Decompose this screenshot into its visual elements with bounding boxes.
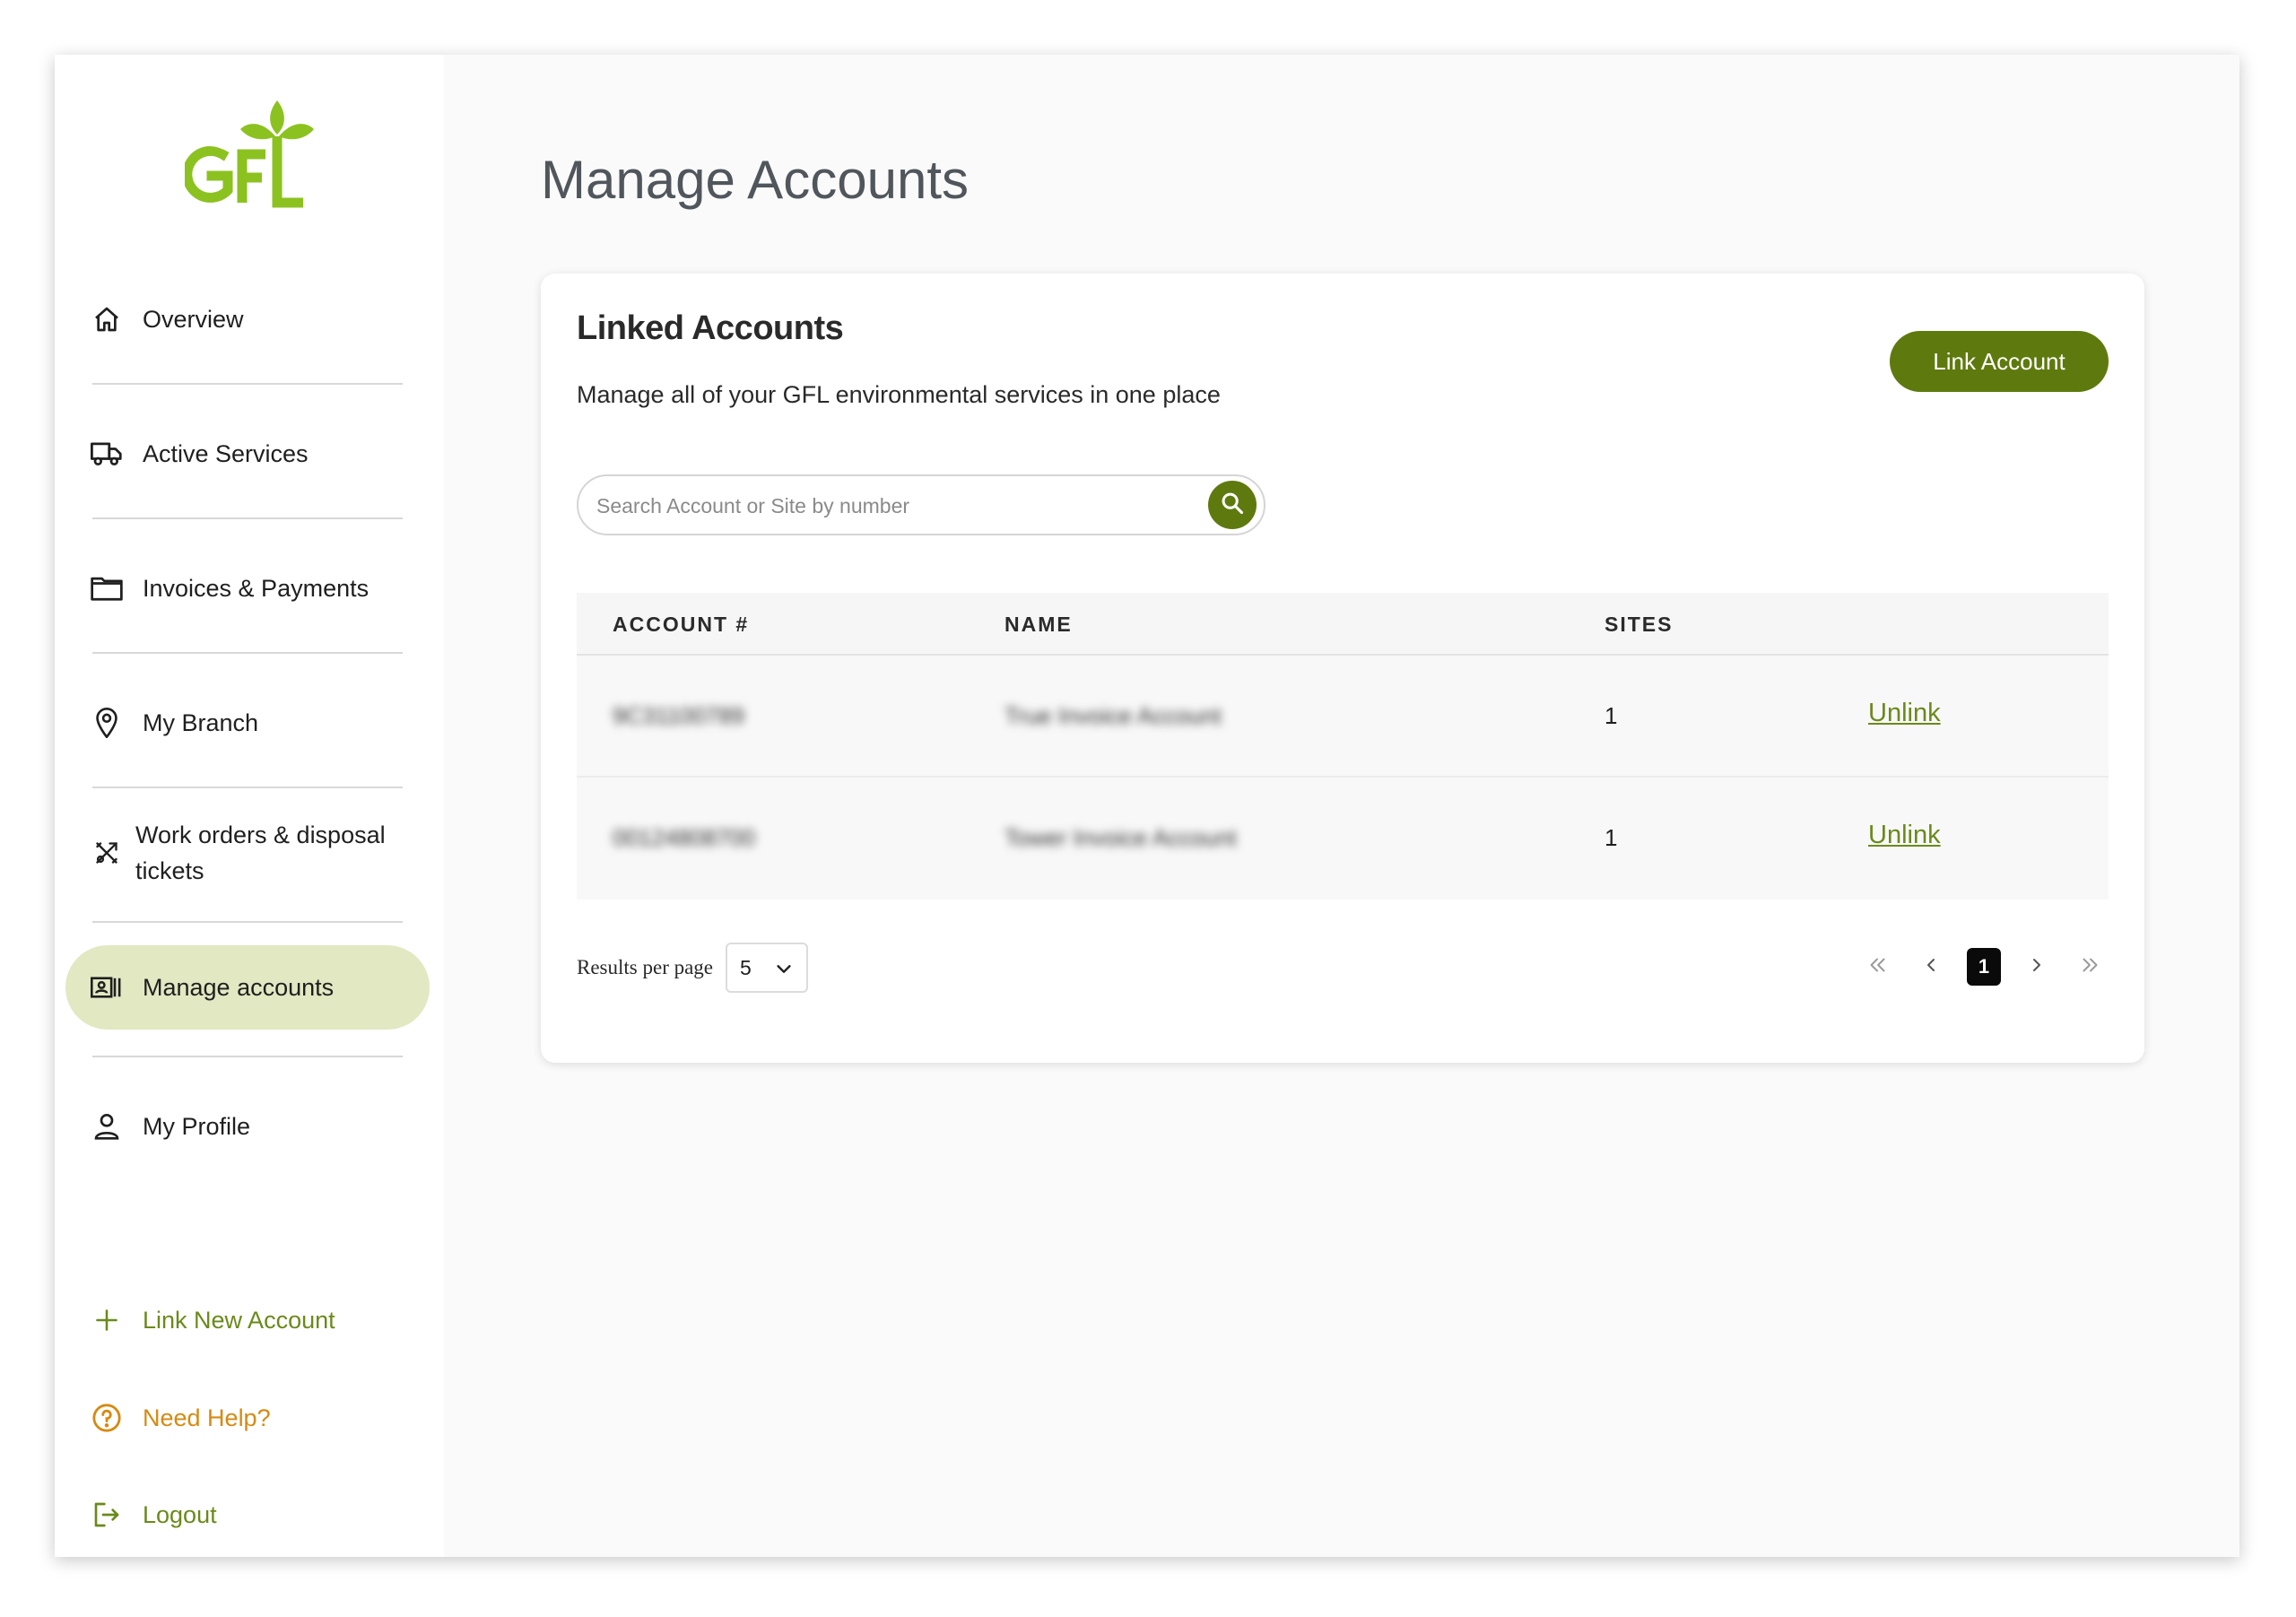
last-page-button[interactable] (2073, 949, 2109, 985)
first-page-button[interactable] (1859, 949, 1895, 985)
sidebar-divider (92, 652, 403, 654)
sidebar-item-work-orders[interactable]: Work orders & disposal tickets (91, 817, 422, 889)
unlink-link[interactable]: Unlink (1868, 699, 1941, 728)
location-pin-icon (91, 707, 123, 739)
sidebar-divider (92, 787, 403, 788)
sidebar-item-my-profile[interactable]: My Profile (91, 1108, 422, 1144)
column-header-sites: SITES (1605, 613, 1674, 636)
sidebar-item-label: Overview (143, 306, 244, 333)
sidebar-item-overview[interactable]: Overview (91, 301, 422, 337)
table-row: 9C31100789 True Invoice Account 1 Unlink (577, 656, 2109, 778)
sidebar-item-label: Manage accounts (143, 974, 335, 1001)
sidebar-item-active-services[interactable]: Active Services (91, 436, 422, 472)
sidebar-divider (92, 1056, 403, 1057)
chevron-down-icon (774, 959, 794, 984)
sites-count-cell: 1 (1605, 824, 1618, 851)
account-name-cell: Tower Invoice Account (1004, 824, 1237, 851)
page-number-button[interactable]: 1 (1967, 948, 2001, 986)
results-per-page-value: 5 (740, 955, 752, 979)
folder-icon (91, 572, 123, 604)
search-icon (1220, 491, 1245, 520)
gfl-logo[interactable] (182, 95, 315, 216)
card-subtitle: Manage all of your GFL environmental ser… (577, 381, 1221, 408)
results-per-page: Results per page 5 (577, 943, 809, 993)
unlink-link[interactable]: Unlink (1868, 821, 1941, 850)
previous-page-button[interactable] (1913, 949, 1949, 985)
search-button[interactable] (1208, 481, 1257, 529)
column-header-account: ACCOUNT # (613, 613, 750, 636)
results-per-page-select[interactable]: 5 (726, 943, 809, 993)
next-page-button[interactable] (2019, 949, 2055, 985)
logout-icon (91, 1499, 123, 1531)
sidebar-item-label: Work orders & disposal tickets (135, 822, 386, 884)
truck-icon (91, 438, 123, 470)
search-box (577, 474, 1265, 535)
user-icon (91, 1110, 123, 1143)
sidebar-item-label: My Branch (143, 709, 259, 736)
need-help-label: Need Help? (143, 1404, 271, 1431)
account-number-cell: 9C31100789 (613, 702, 744, 729)
pagination: 1 (1841, 948, 2109, 986)
account-name-cell: True Invoice Account (1004, 702, 1222, 729)
link-account-button[interactable]: Link Account (1890, 331, 2109, 392)
sidebar: Overview Active Services Invoices & Paym… (55, 55, 444, 1557)
accounts-table: ACCOUNT # NAME SITES 9C31100789 True Inv… (577, 593, 2109, 900)
sidebar-item-label: Invoices & Payments (143, 575, 370, 602)
account-card-icon (91, 971, 123, 1004)
chevron-left-icon (1920, 953, 1942, 981)
app-window: Overview Active Services Invoices & Paym… (55, 55, 2239, 1557)
table-header: ACCOUNT # NAME SITES (577, 593, 2109, 656)
search-input[interactable] (596, 489, 1188, 523)
logout-label: Logout (143, 1500, 217, 1528)
need-help-link[interactable]: Need Help? (91, 1402, 271, 1434)
column-header-name: NAME (1004, 613, 1073, 636)
linked-accounts-card: Linked Accounts Manage all of your GFL e… (541, 274, 2144, 1063)
sidebar-divider (92, 517, 403, 519)
chevrons-right-icon (2078, 953, 2103, 981)
account-number-cell: 00124808700 (613, 824, 756, 851)
sidebar-item-my-branch[interactable]: My Branch (91, 705, 422, 741)
sidebar-divider (92, 383, 403, 385)
link-new-account-link[interactable]: Link New Account (91, 1304, 335, 1336)
sidebar-item-manage-accounts[interactable]: Manage accounts (65, 945, 430, 1030)
sidebar-item-label: Active Services (143, 440, 309, 467)
home-icon (91, 303, 123, 335)
results-per-page-label: Results per page (577, 956, 714, 978)
logout-link[interactable]: Logout (91, 1499, 217, 1531)
plus-icon (91, 1304, 123, 1336)
chevron-right-icon (2026, 953, 2048, 981)
tools-icon (91, 837, 123, 869)
card-title: Linked Accounts (577, 309, 844, 347)
table-row: 00124808700 Tower Invoice Account 1 Unli… (577, 778, 2109, 900)
sites-count-cell: 1 (1605, 702, 1618, 729)
link-new-account-label: Link New Account (143, 1306, 335, 1334)
page-title: Manage Accounts (541, 150, 969, 210)
sidebar-divider (92, 921, 403, 923)
sidebar-item-label: My Profile (143, 1113, 251, 1140)
help-circle-icon (91, 1402, 123, 1434)
chevrons-left-icon (1865, 953, 1890, 981)
sidebar-item-invoices-payments[interactable]: Invoices & Payments (91, 570, 422, 606)
